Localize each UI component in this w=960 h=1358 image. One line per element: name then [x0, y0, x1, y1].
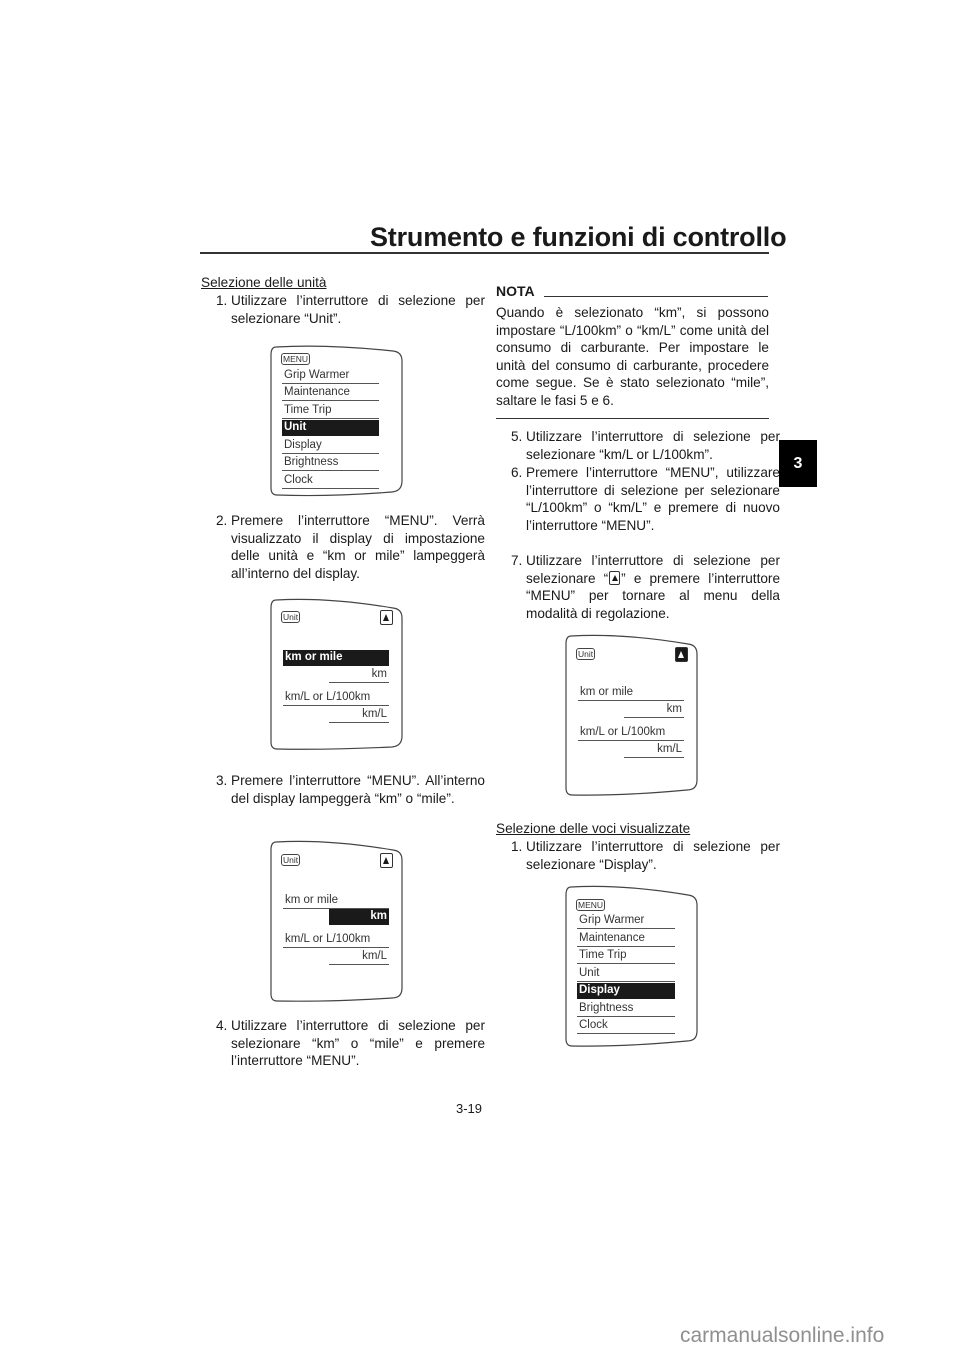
step-number: 7.	[511, 553, 523, 568]
menu-item-clock: Clock	[282, 473, 379, 489]
menu-item-display-selected: Display	[577, 983, 675, 999]
menu-item-unit: Unit	[577, 966, 675, 982]
step-2: 2. Premere l’interruttore “MENU”. Verrà …	[201, 512, 485, 582]
menu-item-grip-warmer: Grip Warmer	[282, 368, 379, 384]
menu-item-time-trip: Time Trip	[282, 403, 379, 419]
step-text: Utilizzare l’interruttore di selezione p…	[526, 552, 780, 622]
page-title: Strumento e funzioni di controllo	[370, 222, 787, 252]
step-text: Utilizzare l’interruttore di selezione p…	[526, 839, 780, 872]
fuel-unit-label: km/L or L/100km	[283, 690, 389, 706]
step-4: 4. Utilizzare l’interruttore di selezion…	[201, 1017, 485, 1070]
step-6: 6. Premere l’interruttore “MENU”, utiliz…	[496, 464, 780, 534]
step-number: 4.	[216, 1018, 228, 1033]
chapter-tab: 3	[779, 440, 817, 487]
step-text: Utilizzare l’interruttore di selezione p…	[526, 429, 780, 462]
unit-display-km-selected: Unit km or mile km km/L or L/100km km/L	[268, 838, 404, 1002]
menu-item-unit-selected: Unit	[282, 420, 379, 436]
page-number: 3-19	[456, 1101, 483, 1116]
step-number: 6.	[511, 465, 523, 480]
return-arrow-icon	[380, 610, 393, 625]
menu-item-display: Display	[282, 438, 379, 454]
menu-item-maintenance: Maintenance	[577, 931, 675, 947]
nota-bottom-rule	[496, 418, 769, 419]
unit-tag: Unit	[281, 854, 301, 866]
menu-display-display-selected: MENU Grip Warmer Maintenance Time Trip U…	[563, 883, 699, 1047]
step-text: Premere l’interruttore “MENU”, utilizzar…	[526, 465, 780, 533]
watermark: carmanualsonline.info	[680, 1324, 885, 1347]
fuel-unit-value: km/L	[329, 707, 389, 723]
section2-step-1: 1. Utilizzare l’interruttore di selezion…	[496, 838, 780, 873]
step-number: 1.	[216, 293, 228, 308]
menu-item-maintenance: Maintenance	[282, 385, 379, 401]
step-number: 1.	[511, 839, 523, 854]
nota-header: NOTA	[496, 283, 768, 301]
menu-display-unit-selected: MENU Grip Warmer Maintenance Time Trip U…	[268, 343, 404, 497]
step-text: Utilizzare l’interruttore di selezione p…	[231, 1018, 485, 1069]
step-text: Premere l’interruttore “MENU”. All’inter…	[231, 773, 485, 806]
menu-item-clock: Clock	[577, 1018, 675, 1034]
return-arrow-icon	[380, 853, 393, 868]
menu-item-time-trip: Time Trip	[577, 948, 675, 964]
step-5: 5. Utilizzare l’interruttore di selezion…	[496, 428, 780, 463]
section-heading-display-items: Selezione delle voci visualizzate	[496, 821, 691, 836]
return-arrow-icon-selected	[675, 647, 688, 662]
menu-tag: MENU	[281, 353, 311, 365]
fuel-unit-label: km/L or L/100km	[578, 725, 684, 741]
menu-tag: MENU	[576, 899, 606, 911]
step-number: 5.	[511, 429, 523, 444]
unit-tag: Unit	[576, 648, 596, 660]
nota-label: NOTA	[496, 283, 535, 299]
unit-tag: Unit	[281, 611, 301, 623]
menu-item-grip-warmer: Grip Warmer	[577, 913, 675, 929]
unit-display-km-or-mile-selected: Unit km or mile km km/L or L/100km km/L	[268, 596, 404, 750]
distance-unit-label-selected: km or mile	[283, 650, 389, 666]
fuel-unit-value: km/L	[329, 949, 389, 965]
fuel-unit-value: km/L	[624, 742, 684, 758]
step-7: 7. Utilizzare l’interruttore di selezion…	[496, 552, 780, 622]
step-text: Premere l’interruttore “MENU”. Verrà vis…	[231, 513, 485, 581]
title-divider	[200, 252, 769, 254]
step-1: 1. Utilizzare l’interruttore di selezion…	[201, 292, 485, 327]
nota-rule	[544, 296, 768, 297]
distance-unit-label: km or mile	[283, 893, 389, 909]
distance-unit-value-selected: km	[329, 909, 389, 925]
unit-display-return-selected: Unit km or mile km km/L or L/100km km/L	[563, 632, 699, 796]
fuel-unit-label: km/L or L/100km	[283, 932, 389, 948]
section-heading-unit-selection: Selezione delle unità	[201, 275, 327, 290]
step-text: Utilizzare l’interruttore di selezione p…	[231, 293, 485, 326]
distance-unit-value: km	[329, 667, 389, 683]
menu-item-brightness: Brightness	[282, 455, 379, 471]
menu-item-brightness: Brightness	[577, 1001, 675, 1017]
step-3: 3. Premere l’interruttore “MENU”. All’in…	[201, 772, 485, 807]
nota-text: Quando è selezionato “km”, si possono im…	[496, 305, 769, 408]
distance-unit-label: km or mile	[578, 685, 684, 701]
return-arrow-icon	[609, 570, 621, 585]
step-number: 3.	[216, 773, 228, 788]
distance-unit-value: km	[624, 702, 684, 718]
step-number: 2.	[216, 513, 228, 528]
